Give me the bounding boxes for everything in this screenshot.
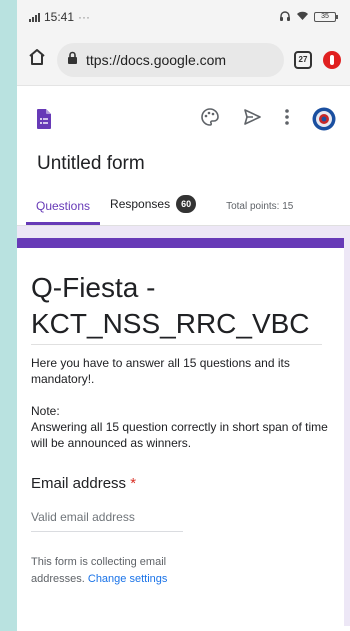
status-bar: 15:41 ··· 35	[17, 0, 350, 34]
email-collection-note: This form is collecting email addresses.…	[31, 554, 221, 588]
tab-responses[interactable]: Responses 60	[100, 195, 206, 225]
google-forms-logo-icon[interactable]	[37, 109, 51, 129]
tab-switcher-button[interactable]: 27	[294, 50, 312, 69]
email-label-text: Email address	[31, 475, 127, 492]
email-field[interactable]	[31, 504, 183, 532]
required-asterisk: *	[130, 475, 137, 492]
note-heading: Note:	[31, 404, 60, 418]
status-time: 15:41	[44, 10, 75, 24]
status-left: 15:41 ···	[29, 10, 90, 24]
address-bar[interactable]: ttps://docs.google.com	[57, 42, 284, 77]
change-settings-link[interactable]: Change settings	[88, 573, 168, 585]
wifi-icon	[296, 10, 309, 24]
responses-count-badge: 60	[176, 195, 197, 213]
phone-screen: 15:41 ··· 35 ttps://docs.google.com 27 U…	[17, 0, 350, 631]
form-tabs: Questions Responses 60 Total points: 15	[17, 188, 350, 226]
status-dots: ···	[78, 10, 91, 24]
tab-responses-label: Responses	[110, 197, 171, 211]
more-vert-icon[interactable]	[284, 107, 290, 132]
form-heading-line-1: Q-Fiesta -	[31, 272, 156, 303]
signal-icon	[29, 12, 40, 22]
form-body: Q-Fiesta - KCT_NSS_RRC_VBC Here you have…	[17, 226, 350, 631]
opera-icon[interactable]	[322, 50, 342, 70]
form-heading-line-2: KCT_NSS_RRC_VBC	[31, 308, 310, 339]
note-body: Answering all 15 question correctly in s…	[31, 420, 328, 450]
palette-icon[interactable]	[200, 107, 220, 132]
tab-questions-label: Questions	[36, 199, 91, 213]
form-header-card[interactable]: Q-Fiesta - KCT_NSS_RRC_VBC Here you have…	[17, 238, 344, 631]
email-address-label: Email address *	[31, 475, 332, 492]
form-description-1: Here you have to answer all 15 questions…	[31, 356, 290, 386]
form-description-2: Note: Answering all 15 question correctl…	[31, 403, 332, 451]
app-actions	[200, 107, 336, 132]
battery-icon: 35	[314, 12, 338, 22]
form-heading[interactable]: Q-Fiesta - KCT_NSS_RRC_VBC	[31, 270, 332, 342]
browser-toolbar: ttps://docs.google.com 27	[17, 34, 350, 86]
tab-questions[interactable]: Questions	[26, 199, 101, 225]
url-text: ttps://docs.google.com	[86, 51, 227, 68]
status-right: 35	[279, 10, 338, 25]
form-title[interactable]: Untitled form	[17, 152, 350, 188]
send-icon[interactable]	[242, 107, 262, 132]
home-icon[interactable]	[27, 47, 47, 72]
total-points: Total points: 15	[226, 201, 294, 212]
title-divider	[31, 344, 322, 345]
forms-app-bar	[17, 86, 350, 152]
lock-icon	[67, 51, 78, 68]
account-avatar[interactable]	[312, 107, 336, 131]
headphones-icon	[279, 10, 291, 25]
